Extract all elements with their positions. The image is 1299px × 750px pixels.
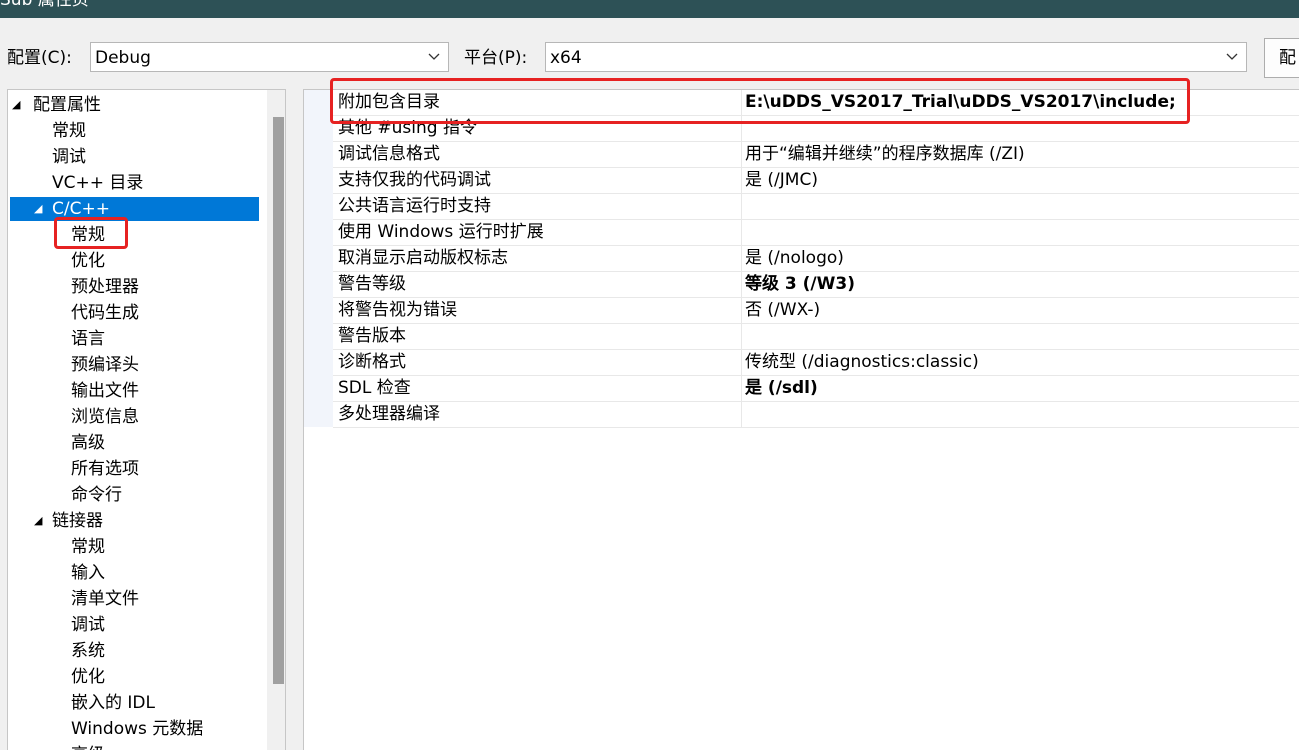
tree-item-windows-metadata[interactable]: Windows 元数据: [71, 716, 203, 742]
tree-item-embedded-idl[interactable]: 嵌入的 IDL: [71, 690, 155, 716]
tree-item-code-generation[interactable]: 代码生成: [71, 300, 139, 326]
tree-item-output-files[interactable]: 输出文件: [71, 378, 139, 404]
property-row[interactable]: 警告版本: [333, 324, 1299, 350]
config-manager-label: 配: [1279, 48, 1296, 68]
tree-item-config-properties[interactable]: 配置属性: [33, 92, 101, 118]
tree-item-general[interactable]: 常规: [52, 118, 86, 144]
property-row[interactable]: 多处理器编译: [333, 402, 1299, 428]
config-manager-button[interactable]: 配: [1264, 38, 1299, 78]
property-row[interactable]: 调试信息格式 用于“编辑并继续”的程序数据库 (/ZI): [333, 142, 1299, 168]
tree-scroll-thumb[interactable]: [273, 117, 284, 684]
tree-item-linker-general[interactable]: 常规: [71, 534, 105, 560]
title-bar: Sub 属性页: [0, 0, 1299, 18]
tree-item-system[interactable]: 系统: [71, 638, 105, 664]
chevron-down-icon: [428, 53, 440, 60]
tree-item-optimization[interactable]: 优化: [71, 248, 105, 274]
tree-item-browse-information[interactable]: 浏览信息: [71, 404, 139, 430]
grid-gutter: [304, 90, 333, 427]
collapse-arrow-icon[interactable]: ◢: [34, 508, 42, 534]
tree-item-preprocessor[interactable]: 预处理器: [71, 274, 139, 300]
tree-item-all-options[interactable]: 所有选项: [71, 456, 139, 482]
platform-dropdown[interactable]: x64: [545, 42, 1247, 72]
property-row[interactable]: 支持仅我的代码调试 是 (/JMC): [333, 168, 1299, 194]
tree-item-manifest-file[interactable]: 清单文件: [71, 586, 139, 612]
highlight-box: [330, 78, 1190, 124]
tree-selection: [10, 197, 259, 221]
tree-item-linker-input[interactable]: 输入: [71, 560, 105, 586]
config-label: 配置(C):: [7, 48, 72, 68]
property-row[interactable]: 公共语言运行时支持: [333, 194, 1299, 220]
tree-item-command-line[interactable]: 命令行: [71, 482, 122, 508]
config-dropdown[interactable]: Debug: [90, 42, 449, 72]
tree-item-precompiled-headers[interactable]: 预编译头: [71, 352, 139, 378]
tree-item-linker-advanced[interactable]: 高级: [71, 742, 105, 750]
config-value: Debug: [95, 48, 151, 68]
tree-item-linker[interactable]: 链接器: [52, 508, 103, 534]
tree-item-linker-optimization[interactable]: 优化: [71, 664, 105, 690]
property-tree[interactable]: ◢ 配置属性 常规 调试 VC++ 目录 ◢ C/C++ 常规 优化 预处理器 …: [7, 89, 286, 750]
window-title: Sub 属性页: [0, 0, 89, 10]
property-grid[interactable]: 附加包含目录 E:\uDDS_VS2017_Trial\uDDS_VS2017\…: [303, 78, 1299, 750]
property-row[interactable]: 使用 Windows 运行时扩展: [333, 220, 1299, 246]
platform-label: 平台(P):: [464, 48, 528, 68]
property-row[interactable]: 将警告视为错误 否 (/WX-): [333, 298, 1299, 324]
platform-value: x64: [550, 48, 582, 68]
tree-item-linker-debugging[interactable]: 调试: [71, 612, 105, 638]
tree-item-debugging[interactable]: 调试: [52, 144, 86, 170]
collapse-arrow-icon[interactable]: ◢: [12, 92, 20, 118]
highlight-box: [54, 217, 128, 249]
property-row[interactable]: SDL 检查 是 (/sdl): [333, 376, 1299, 402]
property-row[interactable]: 诊断格式 传统型 (/diagnostics:classic): [333, 350, 1299, 376]
tree-item-vc-directories[interactable]: VC++ 目录: [52, 170, 143, 196]
collapse-arrow-icon[interactable]: ◢: [34, 196, 42, 222]
tree-item-language[interactable]: 语言: [71, 326, 105, 352]
chevron-down-icon: [1226, 53, 1238, 60]
tree-item-advanced[interactable]: 高级: [71, 430, 105, 456]
property-row[interactable]: 警告等级 等级 3 (/W3): [333, 272, 1299, 298]
property-row[interactable]: 取消显示启动版权标志 是 (/nologo): [333, 246, 1299, 272]
